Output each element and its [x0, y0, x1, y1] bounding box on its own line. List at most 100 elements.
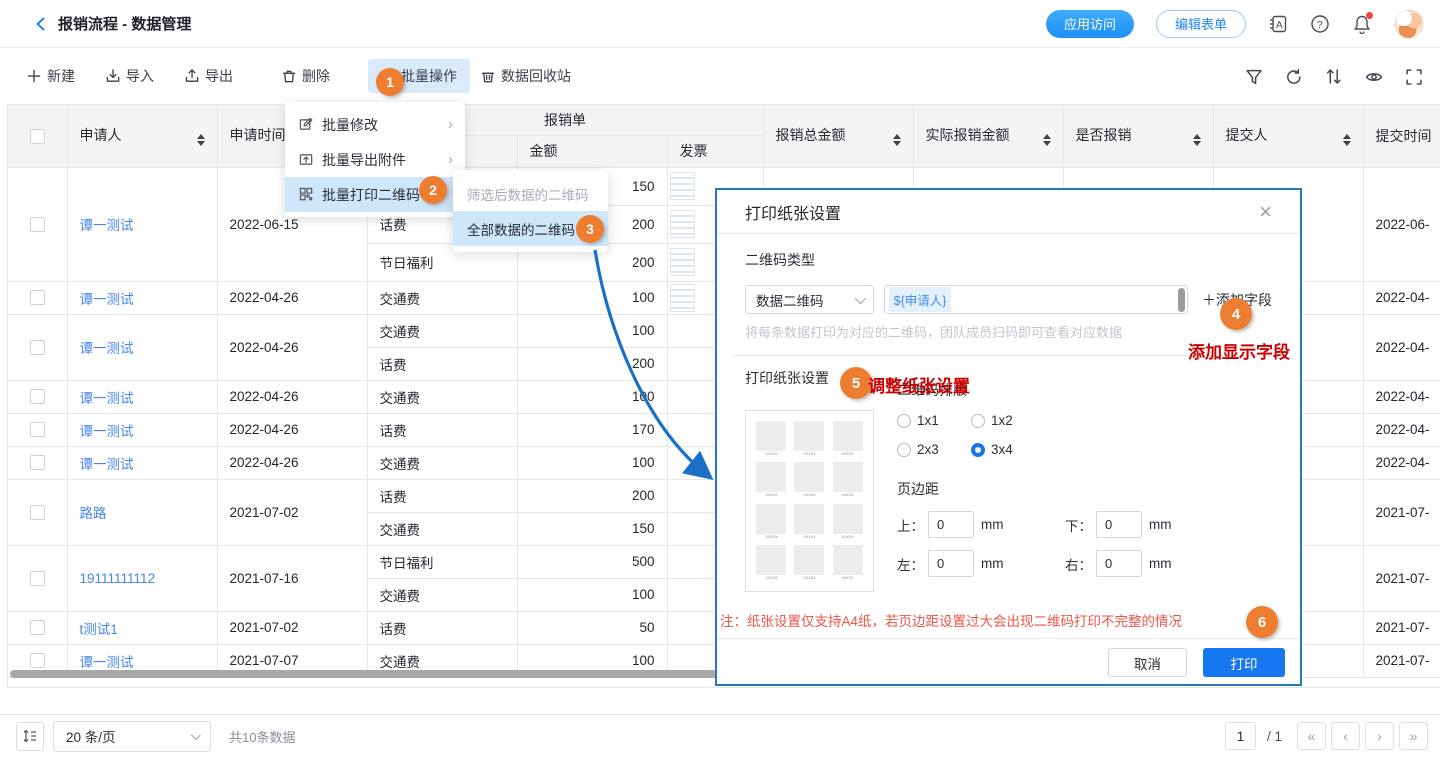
record-link[interactable]: 路路: [80, 506, 107, 521]
toolbar-item-2[interactable]: 导入: [97, 59, 163, 93]
row-checkbox[interactable]: [30, 571, 45, 586]
col-header-applicant[interactable]: 申请人: [67, 105, 217, 167]
margin-input[interactable]: [928, 550, 974, 577]
row-height-icon[interactable]: [16, 722, 44, 751]
close-icon[interactable]: ×: [1259, 201, 1272, 223]
refresh-icon[interactable]: [1285, 68, 1302, 85]
last-page-button[interactable]: »: [1399, 722, 1428, 750]
row-checkbox[interactable]: [30, 455, 45, 470]
page-size-select[interactable]: 20 条/页: [53, 721, 211, 752]
import-icon: [106, 69, 121, 84]
toolbar-item-6[interactable]: 数据回收站: [472, 59, 580, 93]
col-header-total-amount[interactable]: 报销总金额: [763, 105, 913, 167]
chevron-down-icon: [854, 292, 865, 303]
record-link[interactable]: 谭一测试: [80, 341, 134, 356]
help-icon[interactable]: ?: [1310, 14, 1330, 34]
submit-time-cell: 2022-04-: [1363, 281, 1440, 314]
row-checkbox[interactable]: [30, 422, 45, 437]
input-scrollbar[interactable]: [1178, 288, 1185, 312]
margin-input[interactable]: [1096, 550, 1142, 577]
sort-icon[interactable]: [1325, 68, 1342, 85]
select-all-checkbox[interactable]: [30, 129, 45, 144]
record-link[interactable]: 谭一测试: [80, 457, 134, 472]
row-checkbox[interactable]: [30, 290, 45, 305]
toolbar-item-4[interactable]: 删除: [273, 59, 339, 93]
category-cell: 交通费: [367, 281, 517, 314]
col-header-actual-amount[interactable]: 实际报销金额: [913, 105, 1063, 167]
layout-radio-1x1[interactable]: 1x1: [897, 413, 971, 428]
back-icon[interactable]: [34, 17, 48, 31]
margin-input[interactable]: [1096, 511, 1142, 538]
amount-cell: 50: [517, 611, 667, 644]
sort-icon[interactable]: [1043, 134, 1051, 146]
qr-type-select[interactable]: 数据二维码: [745, 285, 874, 314]
qr-field-input[interactable]: ${申请人}: [884, 285, 1188, 314]
sort-icon[interactable]: [1343, 134, 1351, 146]
record-link[interactable]: 谭一测试: [80, 655, 134, 670]
row-checkbox[interactable]: [30, 340, 45, 355]
record-link[interactable]: 谭一测试: [80, 391, 134, 406]
row-checkbox[interactable]: [30, 505, 45, 520]
record-link[interactable]: t测试1: [80, 622, 118, 637]
layout-radio-1x2[interactable]: 1x2: [971, 413, 1045, 428]
category-cell: 交通费: [367, 512, 517, 545]
col-header-is-reimbursed[interactable]: 是否报销: [1063, 105, 1213, 167]
submit-time-cell: 2021-07-: [1363, 644, 1440, 677]
qr-placeholder: xxxxx: [756, 502, 786, 542]
submit-time-cell: 2022-04-: [1363, 380, 1440, 413]
row-checkbox[interactable]: [30, 217, 45, 232]
print-paper-settings-dialog: 打印纸张设置 × 二维码类型 数据二维码 ${申请人} ＋添加字段 将每条数据打…: [715, 188, 1302, 686]
record-link[interactable]: 谭一测试: [80, 292, 134, 307]
fullscreen-icon: [1405, 68, 1422, 85]
toolbar-item-1[interactable]: 新建: [18, 59, 84, 93]
first-page-button[interactable]: «: [1297, 722, 1326, 750]
row-checkbox[interactable]: [30, 620, 45, 635]
invoice-thumbnail[interactable]: [670, 172, 695, 200]
toolbar-item-3[interactable]: 导出: [176, 59, 242, 93]
col-header-submitter[interactable]: 提交人: [1213, 105, 1363, 167]
app-access-button[interactable]: 应用访问: [1046, 10, 1134, 38]
sort-icon[interactable]: [1193, 134, 1201, 146]
margin-field-2: 下：mm: [1065, 511, 1233, 538]
qrcode-icon: [299, 187, 314, 202]
eye-icon[interactable]: [1365, 68, 1382, 85]
filter-icon[interactable]: [1245, 68, 1262, 85]
sort-icon[interactable]: [197, 134, 205, 146]
col-header-submit-time[interactable]: 提交时间: [1363, 105, 1440, 167]
menu-item-2[interactable]: 批量导出附件›: [285, 142, 465, 177]
fullscreen-icon[interactable]: [1405, 68, 1422, 85]
pagination-bar: 20 条/页 共10条数据 / 1 «‹›»: [0, 714, 1440, 757]
row-checkbox[interactable]: [30, 389, 45, 404]
edit-icon: [299, 117, 314, 132]
layout-radio-2x3[interactable]: 2x3: [897, 442, 971, 457]
radio-icon: [971, 414, 985, 428]
col-header-amount[interactable]: 金额: [517, 135, 667, 167]
page-input[interactable]: [1225, 722, 1256, 750]
category-cell: 交通费: [367, 578, 517, 611]
avatar[interactable]: [1394, 9, 1424, 39]
submenu-item-1[interactable]: 筛选后数据的二维码: [453, 176, 608, 211]
record-link[interactable]: 19111111112: [80, 571, 156, 586]
edit-form-button[interactable]: 编辑表单: [1156, 10, 1246, 38]
directory-icon[interactable]: A: [1268, 14, 1288, 34]
menu-item-1[interactable]: 批量修改›: [285, 107, 465, 142]
next-page-button[interactable]: ›: [1365, 722, 1394, 750]
prev-page-button[interactable]: ‹: [1331, 722, 1360, 750]
record-link[interactable]: 谭一测试: [80, 218, 134, 233]
eye-icon: [1365, 68, 1382, 85]
notification-icon[interactable]: [1352, 14, 1372, 34]
print-button[interactable]: 打印: [1203, 648, 1285, 677]
layout-radio-3x4[interactable]: 3x4: [971, 442, 1045, 457]
col-header-invoice[interactable]: 发票: [667, 135, 763, 167]
margin-input[interactable]: [928, 511, 974, 538]
page-title: 报销流程 - 数据管理: [58, 13, 191, 34]
plus-icon: [27, 69, 42, 84]
sort-icon[interactable]: [893, 134, 901, 146]
cancel-button[interactable]: 取消: [1108, 648, 1187, 677]
row-checkbox[interactable]: [30, 653, 45, 668]
add-field-annotation: 添加显示字段: [1188, 338, 1290, 363]
invoice-thumbnail[interactable]: [670, 210, 695, 238]
chevron-down-icon: [191, 730, 201, 740]
record-link[interactable]: 谭一测试: [80, 424, 134, 439]
paper-annotation: 调整纸张设置: [868, 372, 970, 397]
